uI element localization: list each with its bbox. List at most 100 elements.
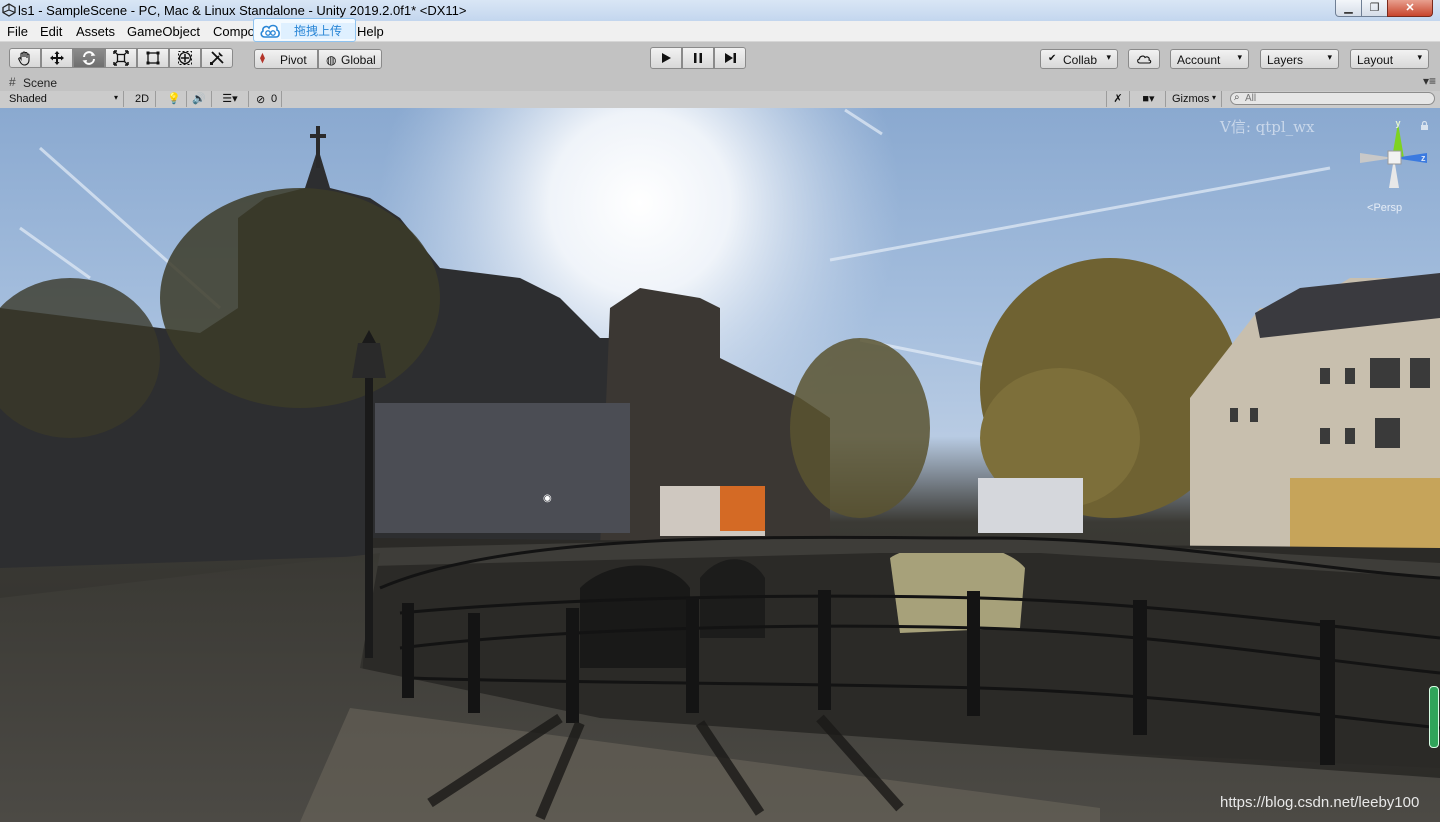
lightbulb-icon: 💡 — [167, 93, 181, 105]
minimize-icon: ▁ — [1344, 2, 1353, 14]
menu-file[interactable]: File — [7, 24, 28, 39]
menu-help[interactable]: Help — [357, 24, 384, 39]
play-icon — [651, 49, 681, 67]
hand-tool-button[interactable] — [9, 48, 41, 68]
search-icon: ⌕ — [1234, 92, 1240, 103]
close-icon: ✕ — [1405, 2, 1415, 14]
cloud-services-icon — [1129, 51, 1159, 67]
pivot-toggle[interactable]: ⧫ Pivot — [254, 49, 318, 69]
pivot-label: Pivot — [280, 53, 307, 67]
window-title-bar: ls1 - SampleScene - PC, Mac & Linux Stan… — [0, 0, 1440, 22]
unity-app-icon — [2, 3, 16, 17]
draw-mode-chevron-icon: ▾ — [114, 93, 119, 102]
layers-label: Layers — [1267, 53, 1304, 67]
layout-chevron-down-icon: ▾ — [1417, 52, 1422, 62]
cloud-services-button[interactable] — [1128, 49, 1160, 69]
play-button[interactable] — [650, 47, 682, 69]
drag-upload-tip[interactable]: 拖拽上传 — [253, 18, 356, 42]
restore-icon: ❐ — [1369, 2, 1380, 14]
scene-search-box[interactable]: ⌕ — [1230, 92, 1435, 105]
draw-mode-label: Shaded — [9, 93, 47, 105]
scene-scroll-indicator[interactable] — [1429, 686, 1439, 748]
menu-component[interactable]: Compo — [213, 24, 255, 39]
transform-tool-button[interactable] — [169, 48, 201, 68]
main-toolbar: ⧫ Pivot ◍ Global ✔ Collab ▾ Account ▾ La… — [0, 42, 1440, 74]
credit-watermark: https://blog.csdn.net/leeby100 — [1220, 794, 1420, 811]
camera-settings-dropdown[interactable]: ■▾ — [1132, 91, 1166, 107]
gizmos-label: Gizmos — [1172, 93, 1210, 105]
camera-icon: ■▾ — [1142, 93, 1155, 105]
hidden-objects-toggle[interactable]: ⊘ 0 — [252, 91, 282, 107]
rotate-tool-icon — [74, 50, 104, 66]
account-label: Account — [1177, 53, 1221, 67]
custom-tool-icon — [202, 50, 232, 66]
layers-dropdown[interactable]: Layers ▾ — [1260, 49, 1339, 69]
drag-upload-label: 拖拽上传 — [281, 23, 355, 39]
scene-control-strip: Shaded ▾ 2D 💡 🔊 ☰▾ ⊘ 0 ✗ ■▾ Gizmos ▾ ⌕ — [0, 91, 1440, 109]
tools-icon: ✗ — [1113, 93, 1123, 105]
layers-chevron-down-icon: ▾ — [1327, 52, 1332, 62]
scene-camera-icon[interactable]: ◉ — [543, 493, 552, 504]
restore-button[interactable]: ❐ — [1361, 0, 1388, 17]
rect-tool-icon — [138, 50, 168, 66]
gizmos-dropdown[interactable]: Gizmos ▾ — [1168, 91, 1222, 107]
tab-menu-icon[interactable]: ▾≡ — [1423, 74, 1436, 88]
menu-bar: File Edit Assets GameObject Compo Help — [0, 21, 1440, 42]
pivot-icon: ⧫ — [260, 53, 265, 64]
collab-chevron-down-icon: ▾ — [1106, 52, 1111, 62]
projection-toggle[interactable]: <Persp — [1367, 202, 1402, 214]
scale-tool-button[interactable] — [105, 48, 137, 68]
scale-tool-icon — [106, 50, 136, 66]
rect-tool-button[interactable] — [137, 48, 169, 68]
orientation-gizmo[interactable]: y z — [1358, 118, 1428, 198]
speaker-icon: 🔊 — [192, 93, 206, 105]
gizmo-z-label: z — [1421, 153, 1426, 163]
projection-label: Persp — [1373, 202, 1403, 214]
watermark-text: V信: qtpl_wx — [1220, 118, 1315, 136]
scene-tab[interactable]: # Scene ▾≡ — [0, 74, 1440, 91]
step-button[interactable] — [714, 47, 746, 69]
layout-dropdown[interactable]: Layout ▾ — [1350, 49, 1429, 69]
gizmo-center-cube[interactable] — [1387, 150, 1402, 165]
pause-icon — [683, 49, 713, 67]
window-title: ls1 - SampleScene - PC, Mac & Linux Stan… — [18, 3, 467, 18]
scene-search-input[interactable] — [1245, 93, 1425, 104]
toggle-2d-button[interactable]: 2D — [130, 91, 156, 107]
hidden-count: 0 — [271, 93, 278, 105]
move-tool-icon — [42, 50, 72, 66]
close-button[interactable]: ✕ — [1387, 0, 1433, 17]
global-label: Global — [341, 53, 376, 67]
scene-tools-button[interactable]: ✗ — [1106, 91, 1130, 107]
skybox-backdrop — [0, 108, 1440, 822]
menu-edit[interactable]: Edit — [40, 24, 62, 39]
scene-grid-icon: # — [9, 75, 16, 89]
eye-slash-icon: ⊘ — [256, 94, 266, 106]
global-icon: ◍ — [326, 53, 337, 67]
custom-tool-button[interactable] — [201, 48, 233, 68]
effects-icon: ☰▾ — [222, 93, 238, 105]
pause-button[interactable] — [682, 47, 714, 69]
menu-assets[interactable]: Assets — [76, 24, 115, 39]
move-tool-button[interactable] — [41, 48, 73, 68]
scene-view[interactable]: ◉ V信: qtpl_wx y z <Persp https://blog.cs… — [0, 108, 1440, 822]
hand-tool-icon — [10, 50, 40, 66]
account-chevron-down-icon: ▾ — [1237, 52, 1242, 62]
audio-toggle[interactable]: 🔊 — [187, 91, 212, 107]
effects-dropdown[interactable]: ☰▾ — [212, 91, 249, 107]
collab-check-icon: ✔ — [1048, 53, 1057, 64]
global-toggle[interactable]: ◍ Global — [318, 49, 382, 69]
step-icon — [715, 49, 745, 67]
draw-mode-dropdown[interactable]: Shaded ▾ — [0, 91, 124, 107]
gizmo-y-label: y — [1395, 118, 1400, 128]
minimize-button[interactable]: ▁ — [1335, 0, 1362, 17]
lighting-toggle[interactable]: 💡 — [162, 91, 187, 107]
toggle-2d-label: 2D — [135, 93, 150, 105]
scene-tab-label: Scene — [23, 76, 58, 90]
collab-label: Collab — [1063, 53, 1098, 67]
gizmos-chevron-icon: ▾ — [1212, 93, 1217, 102]
menu-gameobject[interactable]: GameObject — [127, 24, 200, 39]
rotate-tool-button[interactable] — [73, 48, 105, 68]
cloud-icon — [260, 24, 280, 38]
collab-dropdown[interactable]: ✔ Collab ▾ — [1040, 49, 1118, 69]
account-dropdown[interactable]: Account ▾ — [1170, 49, 1249, 69]
